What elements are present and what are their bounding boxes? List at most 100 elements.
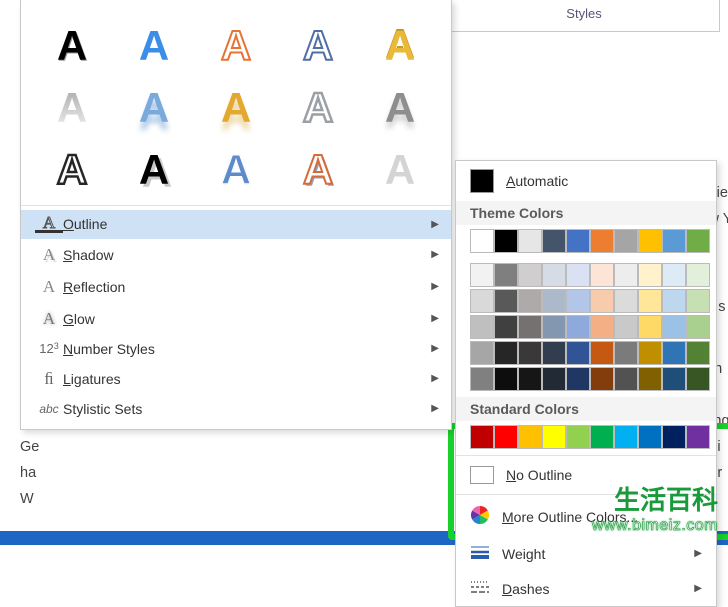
option-shadow[interactable]: A Shadow ▶ <box>21 239 451 271</box>
color-swatch[interactable] <box>686 341 710 365</box>
option-ligatures[interactable]: ﬁ Ligatures ▶ <box>21 363 451 395</box>
color-swatch[interactable] <box>542 229 566 253</box>
color-swatch[interactable] <box>638 367 662 391</box>
color-swatch[interactable] <box>566 229 590 253</box>
color-swatch[interactable] <box>494 315 518 339</box>
color-swatch[interactable] <box>566 367 590 391</box>
text-effect-preset[interactable]: A <box>113 15 195 77</box>
color-swatch[interactable] <box>518 289 542 313</box>
text-effect-preset[interactable]: A <box>113 77 195 139</box>
color-swatch[interactable] <box>638 341 662 365</box>
color-swatch[interactable] <box>590 315 614 339</box>
text-effects-menu: A A A A A A A A A A A A A A A A Outline … <box>20 0 452 430</box>
text-effect-preset[interactable]: A <box>31 139 113 201</box>
color-swatch[interactable] <box>638 315 662 339</box>
color-swatch[interactable] <box>470 263 494 287</box>
color-swatch[interactable] <box>518 425 542 449</box>
color-swatch[interactable] <box>686 367 710 391</box>
text-effect-preset[interactable]: A <box>277 139 359 201</box>
color-swatch[interactable] <box>614 367 638 391</box>
color-swatch[interactable] <box>590 425 614 449</box>
color-swatch[interactable] <box>518 229 542 253</box>
color-swatch[interactable] <box>518 263 542 287</box>
color-swatch[interactable] <box>590 367 614 391</box>
text-effect-preset[interactable]: A <box>277 77 359 139</box>
option-number-styles[interactable]: 123 Number Styles ▶ <box>21 335 451 363</box>
text-effect-preset[interactable]: A <box>359 77 441 139</box>
text-effect-preset-grid: A A A A A A A A A A A A A A A <box>21 0 451 203</box>
color-swatch[interactable] <box>542 341 566 365</box>
text-effect-preset[interactable]: A <box>31 15 113 77</box>
color-swatch[interactable] <box>686 263 710 287</box>
color-swatch[interactable] <box>494 341 518 365</box>
color-swatch[interactable] <box>542 367 566 391</box>
color-swatch[interactable] <box>686 289 710 313</box>
automatic-swatch <box>470 169 494 193</box>
color-swatch[interactable] <box>614 315 638 339</box>
automatic-color-option[interactable]: Automatic <box>456 161 716 201</box>
color-swatch[interactable] <box>542 263 566 287</box>
color-swatch[interactable] <box>662 341 686 365</box>
color-swatch[interactable] <box>518 341 542 365</box>
color-swatch[interactable] <box>638 263 662 287</box>
submenu-arrow-icon: ▶ <box>431 281 439 292</box>
color-swatch[interactable] <box>590 263 614 287</box>
color-swatch[interactable] <box>566 341 590 365</box>
text-effect-preset[interactable]: A <box>195 15 277 77</box>
color-swatch[interactable] <box>566 289 590 313</box>
color-swatch[interactable] <box>494 263 518 287</box>
color-swatch[interactable] <box>638 289 662 313</box>
text-effect-preset[interactable]: A <box>31 77 113 139</box>
option-outline[interactable]: A Outline ▶ <box>21 210 451 239</box>
color-swatch[interactable] <box>662 229 686 253</box>
text-effect-preset[interactable]: A <box>359 15 441 77</box>
color-swatch[interactable] <box>470 425 494 449</box>
color-swatch[interactable] <box>590 341 614 365</box>
text-effect-preset[interactable]: A <box>195 139 277 201</box>
option-stylistic-sets[interactable]: abc Stylistic Sets ▶ <box>21 395 451 423</box>
color-swatch[interactable] <box>686 229 710 253</box>
color-swatch[interactable] <box>470 315 494 339</box>
weight-option[interactable]: Weight ▶ <box>456 536 716 571</box>
text-effect-preset[interactable]: A <box>277 15 359 77</box>
color-swatch[interactable] <box>614 229 638 253</box>
option-glow[interactable]: A Glow ▶ <box>21 303 451 335</box>
color-swatch[interactable] <box>614 425 638 449</box>
color-swatch[interactable] <box>638 425 662 449</box>
text-effect-preset[interactable]: A <box>113 139 195 201</box>
color-swatch[interactable] <box>542 315 566 339</box>
color-swatch[interactable] <box>518 367 542 391</box>
color-swatch[interactable] <box>590 229 614 253</box>
color-swatch[interactable] <box>566 315 590 339</box>
color-swatch[interactable] <box>494 425 518 449</box>
color-swatch[interactable] <box>470 341 494 365</box>
color-swatch[interactable] <box>662 289 686 313</box>
color-swatch[interactable] <box>470 229 494 253</box>
theme-colors-header: Theme Colors <box>456 201 716 225</box>
color-swatch[interactable] <box>638 229 662 253</box>
color-swatch[interactable] <box>470 367 494 391</box>
color-swatch[interactable] <box>614 341 638 365</box>
color-swatch[interactable] <box>662 367 686 391</box>
dashes-option[interactable]: Dashes ▶ <box>456 571 716 606</box>
color-swatch[interactable] <box>686 315 710 339</box>
color-swatch[interactable] <box>662 263 686 287</box>
color-swatch[interactable] <box>686 425 710 449</box>
color-swatch[interactable] <box>614 263 638 287</box>
color-swatch[interactable] <box>566 263 590 287</box>
color-swatch[interactable] <box>614 289 638 313</box>
option-reflection[interactable]: A Reflection ▶ <box>21 271 451 303</box>
color-swatch[interactable] <box>494 367 518 391</box>
color-swatch[interactable] <box>470 289 494 313</box>
color-swatch[interactable] <box>518 315 542 339</box>
color-swatch[interactable] <box>662 315 686 339</box>
color-swatch[interactable] <box>566 425 590 449</box>
color-swatch[interactable] <box>542 289 566 313</box>
color-swatch[interactable] <box>662 425 686 449</box>
text-effect-preset[interactable]: A <box>195 77 277 139</box>
color-swatch[interactable] <box>494 229 518 253</box>
color-swatch[interactable] <box>494 289 518 313</box>
text-effect-preset[interactable]: A <box>359 139 441 201</box>
color-swatch[interactable] <box>542 425 566 449</box>
color-swatch[interactable] <box>590 289 614 313</box>
